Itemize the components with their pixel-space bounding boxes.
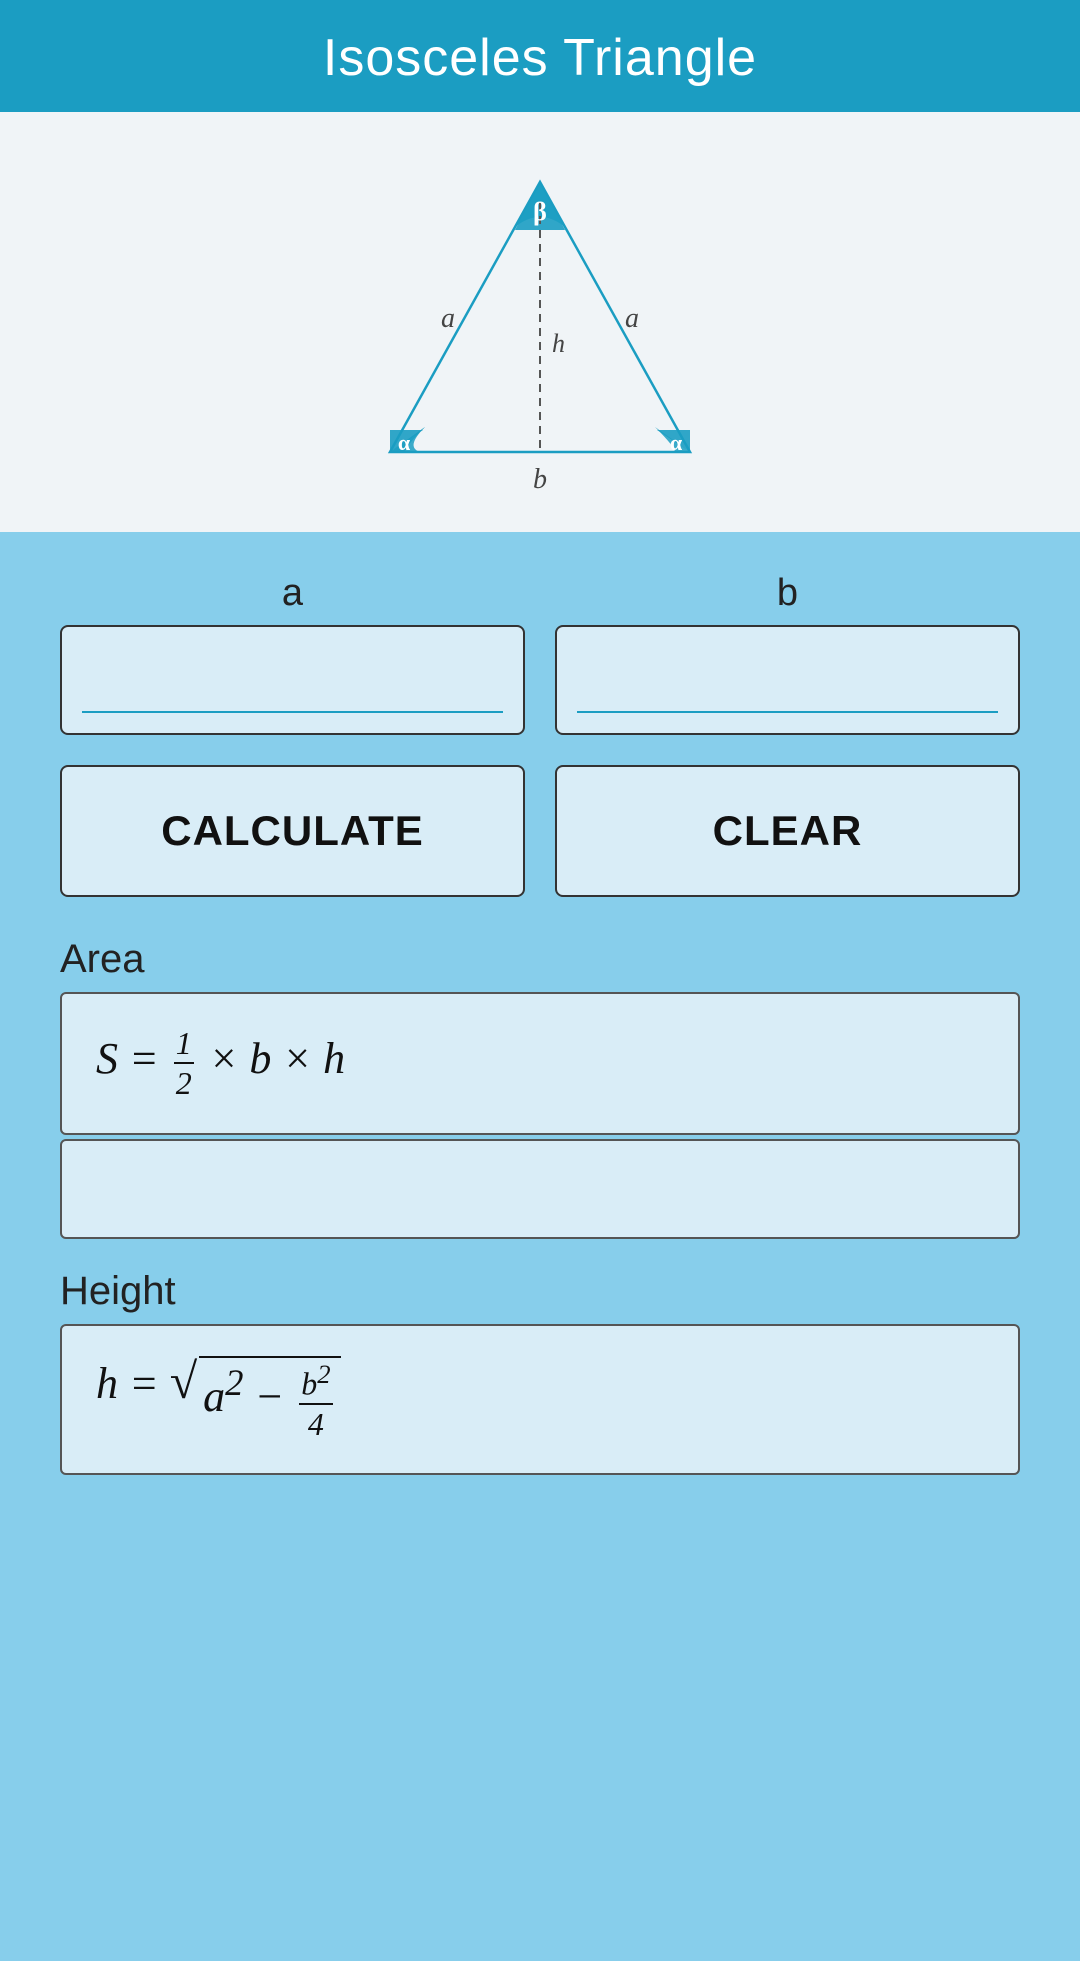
svg-text:β: β [533,197,547,226]
form-section: a b CALCULATE CLEAR Area S = 12 × b × h [0,532,1080,1519]
fraction-half: 12 [174,1024,194,1103]
input-row: a b [60,572,1020,735]
area-section: Area S = 12 × b × h [60,937,1020,1239]
diagram-section: β a a h α α b [0,112,1080,532]
area-result-box [60,1139,1020,1239]
svg-text:α: α [398,430,411,455]
height-formula: h = √a2 − b24 [96,1359,341,1408]
input-a[interactable] [82,671,503,713]
input-a-label: a [282,572,303,615]
area-formula: S = 12 × b × h [96,1034,345,1083]
button-row: CALCULATE CLEAR [60,765,1020,897]
input-group-b: b [555,572,1020,735]
area-formula-box: S = 12 × b × h [60,992,1020,1135]
svg-text:b: b [533,464,547,495]
calculate-button[interactable]: CALCULATE [60,765,525,897]
height-section: Height h = √a2 − b24 [60,1269,1020,1475]
fraction-b2-4: b24 [299,1358,332,1443]
triangle-diagram: β a a h α α b [330,152,750,502]
page-title: Isosceles Triangle [323,29,757,87]
svg-text:α: α [670,430,683,455]
svg-text:h: h [552,329,565,358]
height-label: Height [60,1269,1020,1314]
area-label: Area [60,937,1020,982]
input-b-box [555,625,1020,735]
input-b-label: b [777,572,798,615]
svg-text:a: a [441,303,455,334]
clear-button[interactable]: CLEAR [555,765,1020,897]
input-b[interactable] [577,671,998,713]
sqrt-content: a2 − b24 [199,1356,340,1443]
input-a-box [60,625,525,735]
height-formula-box: h = √a2 − b24 [60,1324,1020,1475]
sqrt-symbol: √ [170,1353,197,1409]
svg-text:a: a [625,303,639,334]
input-group-a: a [60,572,525,735]
header: Isosceles Triangle [0,0,1080,112]
